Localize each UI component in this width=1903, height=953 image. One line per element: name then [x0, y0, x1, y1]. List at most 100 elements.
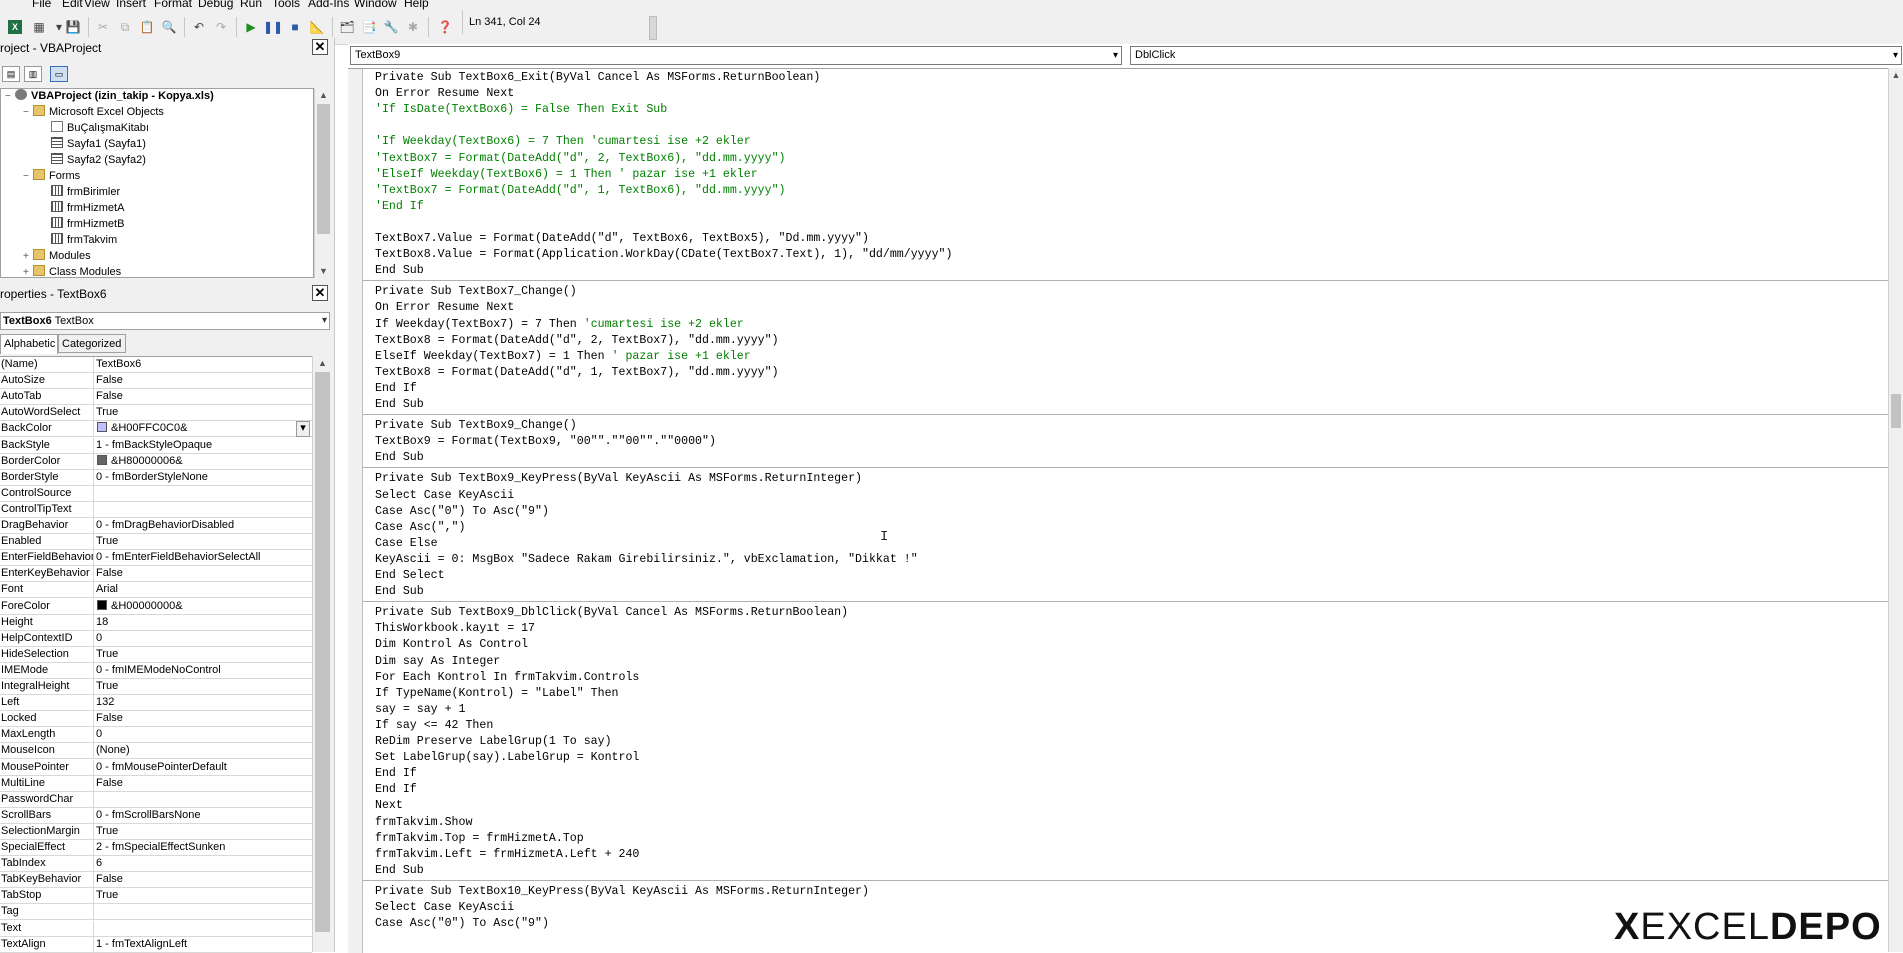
property-value[interactable]: 132	[96, 695, 310, 710]
view-code-icon[interactable]: ▤	[2, 66, 20, 82]
excel-icon[interactable]: X	[6, 18, 24, 36]
code-line[interactable]: TextBox8.Value = Format(Application.Work…	[375, 247, 952, 263]
code-line[interactable]: TextBox7.Value = Format(DateAdd("d", Tex…	[375, 231, 869, 247]
property-row[interactable]: Tag	[0, 904, 312, 921]
code-line[interactable]: End If	[375, 766, 417, 782]
code-line[interactable]: 'TextBox7 = Format(DateAdd("d", 1, TextB…	[375, 183, 786, 199]
property-value[interactable]: True	[96, 647, 310, 662]
code-line[interactable]: End If	[375, 782, 417, 798]
property-value[interactable]: True	[96, 824, 310, 839]
object-selector[interactable]: TextBox6 TextBox ▾	[0, 312, 330, 330]
property-value[interactable]: False	[96, 373, 310, 388]
property-value[interactable]	[96, 904, 310, 919]
property-row[interactable]: Enabled True	[0, 534, 312, 551]
menu-tools[interactable]: Tools	[272, 0, 300, 10]
tree-item[interactable]: Sayfa2 (Sayfa2)	[41, 152, 146, 168]
break-icon[interactable]: ❚❚	[263, 18, 283, 36]
property-value[interactable]: 1 - fmBackStyleOpaque	[96, 438, 310, 453]
code-line[interactable]: Case Asc("0") To Asc("9")	[375, 916, 549, 932]
code-editor[interactable]: Private Sub TextBox6_Exit(ByVal Cancel A…	[348, 68, 1888, 953]
code-line[interactable]: Case Asc("0") To Asc("9")	[375, 504, 549, 520]
code-line[interactable]: Case Else	[375, 536, 438, 552]
menu-view[interactable]: View	[84, 0, 110, 10]
code-line[interactable]: Next	[375, 798, 403, 814]
property-row[interactable]: ControlSource	[0, 485, 312, 502]
property-row[interactable]: AutoWordSelect True	[0, 405, 312, 422]
property-value[interactable]: False	[96, 776, 310, 791]
run-icon[interactable]: ▶	[242, 18, 260, 36]
scroll-up-icon[interactable]: ▲	[315, 88, 332, 102]
property-value[interactable]	[96, 792, 310, 807]
code-line[interactable]: Select Case KeyAscii	[375, 900, 514, 916]
reset-icon[interactable]: ■	[286, 18, 304, 36]
code-line[interactable]: Private Sub TextBox9_DblClick(ByVal Canc…	[375, 605, 848, 621]
menu-addins[interactable]: Add-Ins	[308, 0, 349, 10]
code-line[interactable]: KeyAscii = 0: MsgBox "Sadece Rakam Gireb…	[375, 552, 918, 568]
view-object-icon[interactable]: ▥	[24, 66, 42, 82]
property-value[interactable]: 1 - fmTextAlignLeft	[96, 937, 310, 952]
property-row[interactable]: BorderStyle 0 - fmBorderStyleNone	[0, 469, 312, 486]
property-row[interactable]: Left 132	[0, 695, 312, 712]
find-icon[interactable]: 🔍	[160, 18, 178, 36]
code-line[interactable]: ThisWorkbook.kayıt = 17	[375, 621, 535, 637]
code-line[interactable]: Dim say As Integer	[375, 654, 500, 670]
paste-icon[interactable]: 📋	[138, 18, 156, 36]
tree-item[interactable]: + Modules	[23, 248, 91, 264]
property-value[interactable]: True	[96, 534, 310, 549]
code-scrollbar[interactable]: ▲	[1888, 68, 1903, 952]
code-line[interactable]: End Sub	[375, 863, 424, 879]
code-line[interactable]: End If	[375, 381, 417, 397]
project-tree-scrollbar[interactable]: ▲ ▼	[314, 88, 332, 278]
menu-format[interactable]: Format	[154, 0, 192, 10]
code-line[interactable]: End Sub	[375, 450, 424, 466]
property-row[interactable]: Locked False	[0, 711, 312, 728]
property-value[interactable]: 0 - fmIMEModeNoControl	[96, 663, 310, 678]
property-value[interactable]: (None)	[96, 743, 310, 758]
property-row[interactable]: HideSelection True	[0, 646, 312, 663]
tree-item[interactable]: − Microsoft Excel Objects	[23, 104, 164, 120]
property-row[interactable]: ScrollBars 0 - fmScrollBarsNone	[0, 807, 312, 824]
undo-icon[interactable]: ↶	[190, 18, 208, 36]
property-row[interactable]: EnterFieldBehavior 0 - fmEnterFieldBehavi…	[0, 550, 312, 567]
property-row[interactable]: TextAlign 1 - fmTextAlignLeft	[0, 936, 312, 953]
property-row[interactable]: AutoSize False	[0, 373, 312, 390]
property-value[interactable]: 18	[96, 615, 310, 630]
menu-window[interactable]: Window	[354, 0, 397, 10]
close-icon[interactable]: ✕	[312, 285, 328, 301]
property-value[interactable]: True	[96, 405, 310, 420]
scroll-up-icon[interactable]: ▲	[1889, 68, 1903, 82]
code-line[interactable]: Private Sub TextBox7_Change()	[375, 284, 577, 300]
code-line[interactable]: TextBox8 = Format(DateAdd("d", 1, TextBo…	[375, 365, 779, 381]
code-line[interactable]: TextBox8 = Format(DateAdd("d", 2, TextBo…	[375, 333, 779, 349]
code-line[interactable]: Dim Kontrol As Control	[375, 637, 528, 653]
collapse-icon[interactable]: −	[23, 169, 33, 185]
property-row[interactable]: DragBehavior 0 - fmDragBehaviorDisabled	[0, 518, 312, 534]
chevron-down-icon[interactable]: ▾	[1113, 47, 1118, 64]
code-line[interactable]: Case Asc(",")	[375, 520, 465, 536]
property-row[interactable]: MousePointer 0 - fmMousePointerDefault	[0, 759, 312, 776]
property-value[interactable]: Arial	[96, 582, 310, 597]
code-line[interactable]: On Error Resume Next	[375, 86, 514, 102]
object-browser-icon[interactable]: 🔧	[382, 18, 400, 36]
code-line[interactable]: Private Sub TextBox9_Change()	[375, 418, 577, 434]
property-value[interactable]	[96, 921, 310, 936]
chevron-down-icon[interactable]: ▾	[1893, 47, 1898, 64]
property-value[interactable]: &H80000006&	[96, 454, 310, 469]
property-value[interactable]: 6	[96, 856, 310, 871]
property-value[interactable]: &H00000000&	[96, 599, 310, 614]
collapse-icon[interactable]: −	[23, 105, 33, 121]
property-value[interactable]	[96, 502, 310, 517]
project-explorer-icon[interactable]: 🗂	[338, 18, 356, 36]
property-value[interactable]: 0 - fmBorderStyleNone	[96, 470, 310, 485]
code-line[interactable]: frmTakvim.Show	[375, 815, 472, 831]
procedure-combo[interactable]: DblClick ▾	[1130, 46, 1902, 65]
code-margin[interactable]	[348, 69, 363, 953]
code-line[interactable]: 'If IsDate(TextBox6) = False Then Exit S…	[375, 102, 667, 118]
property-row[interactable]: MaxLength 0	[0, 727, 312, 744]
property-value[interactable]: 0	[96, 727, 310, 742]
tree-item[interactable]: BuÇalışmaKitabı	[41, 120, 149, 136]
code-line[interactable]: TextBox9 = Format(TextBox9, "00"".""00""…	[375, 434, 716, 450]
design-mode-icon[interactable]: 📐	[308, 18, 326, 36]
property-row[interactable]: IntegralHeight True	[0, 679, 312, 695]
tree-item[interactable]: − VBAProject (izin_takip - Kopya.xls)	[5, 89, 214, 104]
